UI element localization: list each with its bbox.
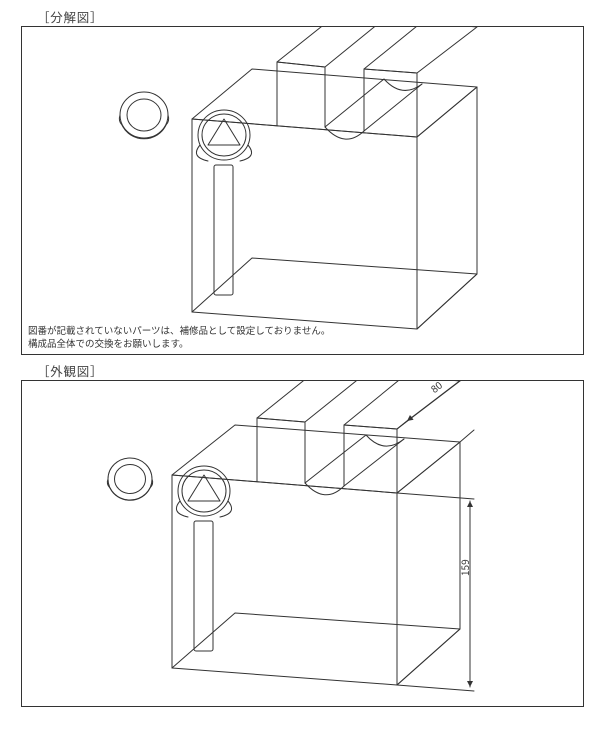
exploded-view-panel: 図番が記載されていないパーツは、補修品として設定しておりません。 構成品全体での… [21,26,584,355]
exploded-view-title: ［分解図］ [37,7,103,26]
note-line-2: 構成品全体での交換をお願いします。 [28,337,330,350]
exterior-view-drawing [22,381,583,706]
exploded-view-drawing [22,27,583,354]
exploded-view-note: 図番が記載されていないパーツは、補修品として設定しておりません。 構成品全体での… [28,324,330,350]
page: ［分解図］ [0,0,600,732]
dimension-height-label: 159 [457,559,472,576]
exterior-view-panel: 159 80 [21,380,584,707]
exterior-view-title: ［外観図］ [37,361,103,380]
